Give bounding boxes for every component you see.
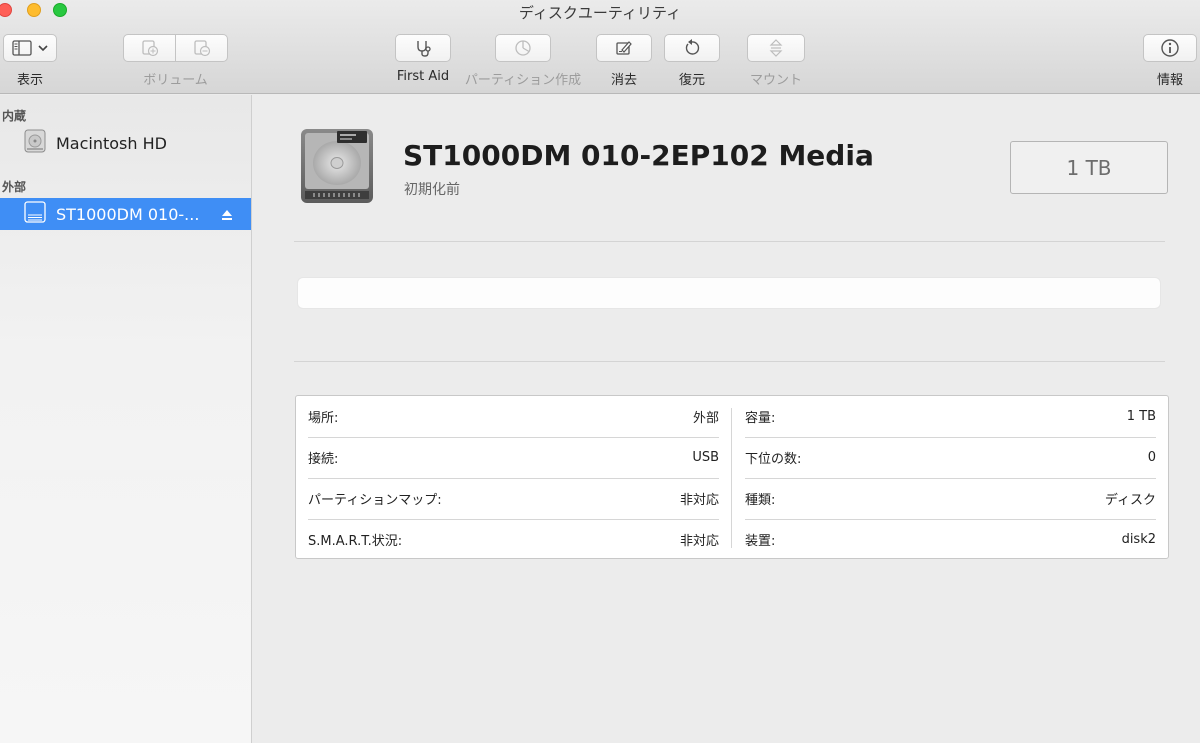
partition-label: パーティション作成 <box>464 73 582 88</box>
info-row-child-count: 下位の数: 0 <box>745 437 1156 478</box>
info-column-left: 場所: 外部 接続: USB パーティションマップ: 非対応 S.M.A.R.T… <box>308 396 719 560</box>
mount-icon <box>769 39 783 57</box>
add-volume-button[interactable] <box>124 35 175 61</box>
window-toolbar: ディスクユーティリティ 表示 ボリューム First Aid パーティション作成… <box>0 0 1200 94</box>
info-table: 場所: 外部 接続: USB パーティションマップ: 非対応 S.M.A.R.T… <box>295 395 1169 559</box>
info-value: 1 TB <box>1126 409 1156 424</box>
info-label: 装置: <box>745 534 776 549</box>
info-value: disk2 <box>1121 532 1156 547</box>
sidebar-item-st1000dm[interactable]: ST1000DM 010-... <box>0 198 251 230</box>
sidebar-item-label: ST1000DM 010-... <box>56 204 200 224</box>
erase-button[interactable] <box>596 34 652 62</box>
remove-volume-button[interactable] <box>175 35 227 61</box>
main-pane: ST1000DM 010-2EP102 Media 初期化前 1 TB 場所: … <box>253 95 1200 743</box>
info-value: USB <box>692 450 719 465</box>
mount-button[interactable] <box>747 34 805 62</box>
column-separator <box>731 408 732 548</box>
sidebar: 内蔵 Macintosh HD 外部 ST1000DM 010-... <box>0 95 252 743</box>
sidebar-header-internal: 内蔵 <box>2 109 27 123</box>
info-label: 場所: <box>308 411 339 426</box>
mount-label: マウント <box>749 73 802 88</box>
window-title: ディスクユーティリティ <box>518 4 682 22</box>
info-icon <box>1161 39 1179 57</box>
info-row-location: 場所: 外部 <box>308 396 719 437</box>
info-label: 接続: <box>308 452 339 467</box>
info-value: ディスク <box>1104 493 1156 508</box>
view-button[interactable] <box>3 34 57 62</box>
info-row-device: 装置: disk2 <box>745 519 1156 560</box>
restore-icon <box>685 39 700 55</box>
chevron-down-icon <box>38 45 48 52</box>
sidebar-item-macintosh-hd[interactable]: Macintosh HD <box>0 127 251 159</box>
info-row-connection: 接続: USB <box>308 437 719 478</box>
disk-name: ST1000DM 010-2EP102 Media <box>403 139 874 172</box>
remove-volume-icon <box>193 40 210 57</box>
info-label: パーティションマップ: <box>308 493 442 508</box>
sidebar-toggle-icon <box>12 40 48 56</box>
sidebar-item-label: Macintosh HD <box>56 133 167 153</box>
disk-size-badge: 1 TB <box>1010 141 1168 194</box>
sidebar-header-external: 外部 <box>2 180 27 194</box>
info-row-type: 種類: ディスク <box>745 478 1156 519</box>
internal-disk-icon <box>24 129 46 157</box>
info-row-partition-map: パーティションマップ: 非対応 <box>308 478 719 519</box>
partition-icon <box>515 40 531 56</box>
info-row-smart-status: S.M.A.R.T.状況: 非対応 <box>308 519 719 560</box>
info-value: 0 <box>1147 450 1156 465</box>
partition-button[interactable] <box>495 34 551 62</box>
info-value: 非対応 <box>679 534 719 549</box>
first-aid-label: First Aid <box>396 69 450 84</box>
hard-disk-icon <box>299 127 375 211</box>
view-label: 表示 <box>16 73 43 88</box>
usage-bar <box>297 277 1161 309</box>
disk-status: 初期化前 <box>404 182 460 198</box>
restore-label: 復元 <box>678 73 705 88</box>
external-disk-icon <box>24 200 46 228</box>
info-label: 種類: <box>745 493 776 508</box>
info-label: 容量: <box>745 411 776 426</box>
volume-segmented-control <box>123 34 228 62</box>
stethoscope-icon <box>417 41 431 57</box>
info-value: 外部 <box>692 411 719 426</box>
info-column-right: 容量: 1 TB 下位の数: 0 種類: ディスク 装置: disk2 <box>745 396 1156 560</box>
add-volume-icon <box>141 40 158 57</box>
divider-top <box>294 241 1165 242</box>
first-aid-button[interactable] <box>395 34 451 62</box>
divider-bottom <box>294 361 1165 362</box>
info-label: S.M.A.R.T.状況: <box>308 534 403 549</box>
restore-button[interactable] <box>664 34 720 62</box>
eject-icon[interactable] <box>221 206 233 225</box>
erase-icon <box>616 41 632 55</box>
info-label: 情報 <box>1156 73 1183 88</box>
erase-label: 消去 <box>610 73 637 88</box>
info-button[interactable] <box>1143 34 1197 62</box>
info-row-capacity: 容量: 1 TB <box>745 396 1156 437</box>
volume-label: ボリューム <box>143 73 208 88</box>
info-value: 非対応 <box>679 493 719 508</box>
info-label: 下位の数: <box>745 452 802 467</box>
